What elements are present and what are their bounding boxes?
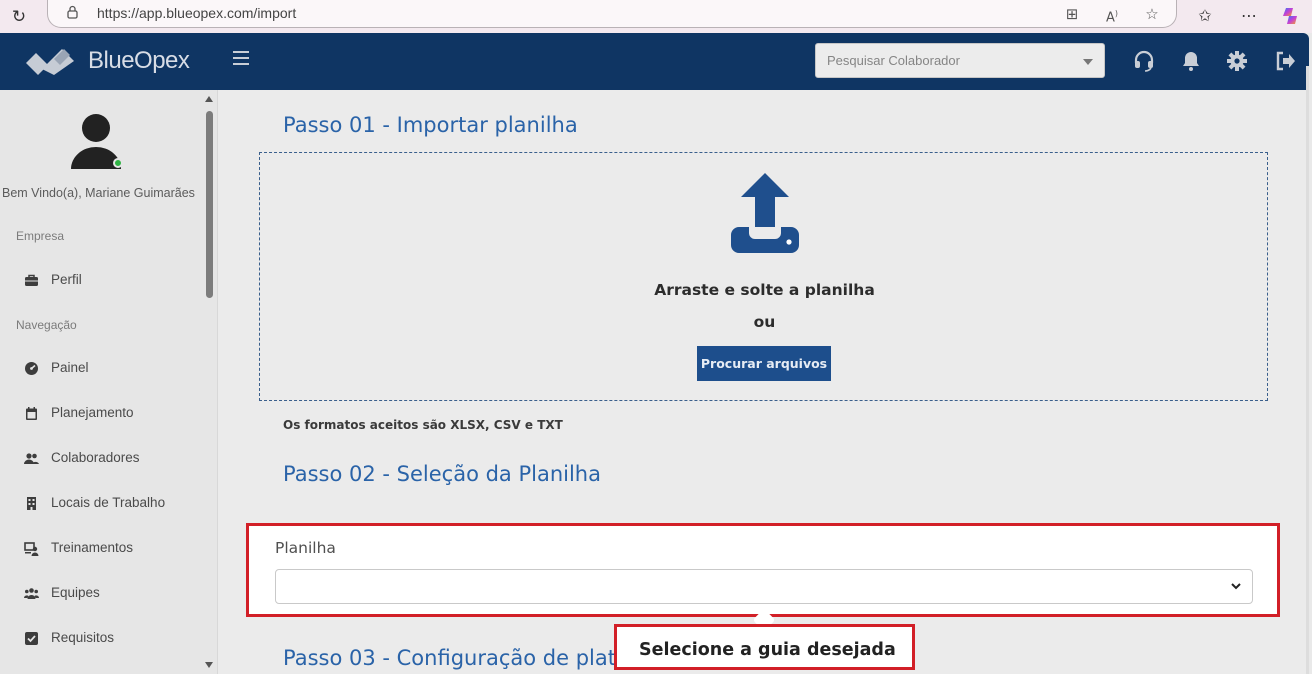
- sheet-label: Planilha: [275, 539, 336, 557]
- scrollbar-thumb[interactable]: [206, 111, 213, 298]
- gear-icon[interactable]: [1226, 50, 1248, 72]
- logout-icon[interactable]: [1274, 50, 1296, 72]
- checkbox-icon: [25, 632, 38, 645]
- scroll-down-icon[interactable]: [205, 662, 213, 668]
- sidebar-item-label: Perfil: [51, 272, 82, 287]
- address-bar[interactable]: https://app.blueopex.com/import ⊞ A) ☆: [47, 0, 1177, 28]
- sidebar-scrollbar[interactable]: [203, 90, 215, 674]
- chevron-down-icon: [1083, 59, 1093, 65]
- building-icon: [27, 497, 36, 510]
- sidebar-item-label: Painel: [51, 360, 89, 375]
- lock-icon: [67, 5, 78, 19]
- step1-title: Passo 01 - Importar planilha: [283, 113, 578, 137]
- step3-title: Passo 03 - Configuração de plata: [283, 646, 629, 670]
- logo[interactable]: BlueOpex: [24, 45, 190, 77]
- employee-search-select[interactable]: Pesquisar Colaborador: [815, 43, 1105, 78]
- sidebar-item-label: Locais de Trabalho: [51, 495, 166, 510]
- scroll-up-icon[interactable]: [205, 96, 213, 102]
- guide-tooltip: Selecione a guia desejada: [614, 624, 915, 670]
- tooltip-text: Selecione a guia desejada: [639, 640, 896, 660]
- favorite-star-icon[interactable]: ☆: [1142, 4, 1162, 24]
- top-navbar: BlueOpex Pesquisar Colaborador: [0, 33, 1309, 90]
- sidebar-item-label: Treinamentos: [51, 540, 134, 555]
- sidebar-item-teams[interactable]: Equipes: [0, 578, 200, 608]
- sheet-select[interactable]: [275, 569, 1253, 604]
- read-aloud-icon[interactable]: A): [1102, 4, 1122, 25]
- bell-icon[interactable]: [1180, 50, 1202, 72]
- sidebar-item-dashboard[interactable]: Painel: [0, 353, 200, 383]
- search-placeholder: Pesquisar Colaborador: [827, 53, 960, 68]
- sidebar-item-profile[interactable]: Perfil: [0, 265, 200, 295]
- online-status-dot: [113, 158, 123, 168]
- sidebar-item-requirements[interactable]: Requisitos: [0, 623, 200, 653]
- favorites-list-icon[interactable]: ✩: [1192, 3, 1218, 29]
- more-options-icon[interactable]: ⋯: [1236, 3, 1262, 29]
- sidebar-item-label: Planejamento: [51, 405, 134, 420]
- sidebar-item-label: Requisitos: [51, 630, 115, 645]
- page-scroll-edge: [1306, 66, 1309, 674]
- briefcase-icon: [25, 274, 38, 286]
- step2-title: Passo 02 - Seleção da Planilha: [283, 462, 601, 486]
- team-icon: [24, 588, 39, 599]
- reload-icon[interactable]: ↻: [6, 4, 32, 30]
- sidebar-item-label: Colaboradores: [51, 450, 140, 465]
- welcome-text: Bem Vindo(a), Mariane Guimarães: [2, 186, 195, 200]
- logo-mark-icon: [26, 49, 74, 75]
- sidebar-item-employees[interactable]: Colaboradores: [0, 443, 200, 473]
- copilot-icon[interactable]: [1278, 3, 1304, 29]
- chevron-down-icon: [1231, 583, 1241, 590]
- sidebar-item-workplaces[interactable]: Locais de Trabalho: [0, 488, 200, 518]
- training-icon: [24, 542, 39, 556]
- sheet-selection-panel: Planilha: [246, 523, 1280, 617]
- sidebar-item-trainings[interactable]: Treinamentos: [0, 533, 200, 563]
- dropzone-text: Arraste e solte a planilha: [654, 281, 875, 299]
- section-label-navigation: Navegação: [16, 318, 77, 332]
- url-text[interactable]: https://app.blueopex.com/import: [97, 5, 296, 21]
- section-label-company: Empresa: [16, 229, 65, 243]
- browser-toolbar: ↻ https://app.blueopex.com/import ⊞ A) ☆…: [0, 0, 1312, 33]
- calendar-icon: [26, 407, 37, 420]
- sidebar-item-label: Equipes: [51, 585, 100, 600]
- app-available-icon[interactable]: ⊞: [1062, 4, 1082, 24]
- menu-toggle-icon[interactable]: [233, 51, 249, 65]
- dashboard-icon: [25, 362, 38, 375]
- file-dropzone[interactable]: Arraste e solte a planilha ou Procurar a…: [259, 152, 1268, 401]
- logo-text: BlueOpex: [88, 47, 190, 74]
- sidebar: Bem Vindo(a), Mariane Guimarães Empresa …: [0, 90, 218, 674]
- sidebar-item-planning[interactable]: Planejamento: [0, 398, 200, 428]
- formats-note: Os formatos aceitos são XLSX, CSV e TXT: [283, 418, 563, 432]
- upload-icon: [731, 173, 799, 253]
- dropzone-or-text: ou: [753, 313, 776, 331]
- headset-icon[interactable]: [1133, 50, 1155, 72]
- browse-files-button[interactable]: Procurar arquivos: [697, 346, 831, 381]
- users-icon: [24, 453, 39, 464]
